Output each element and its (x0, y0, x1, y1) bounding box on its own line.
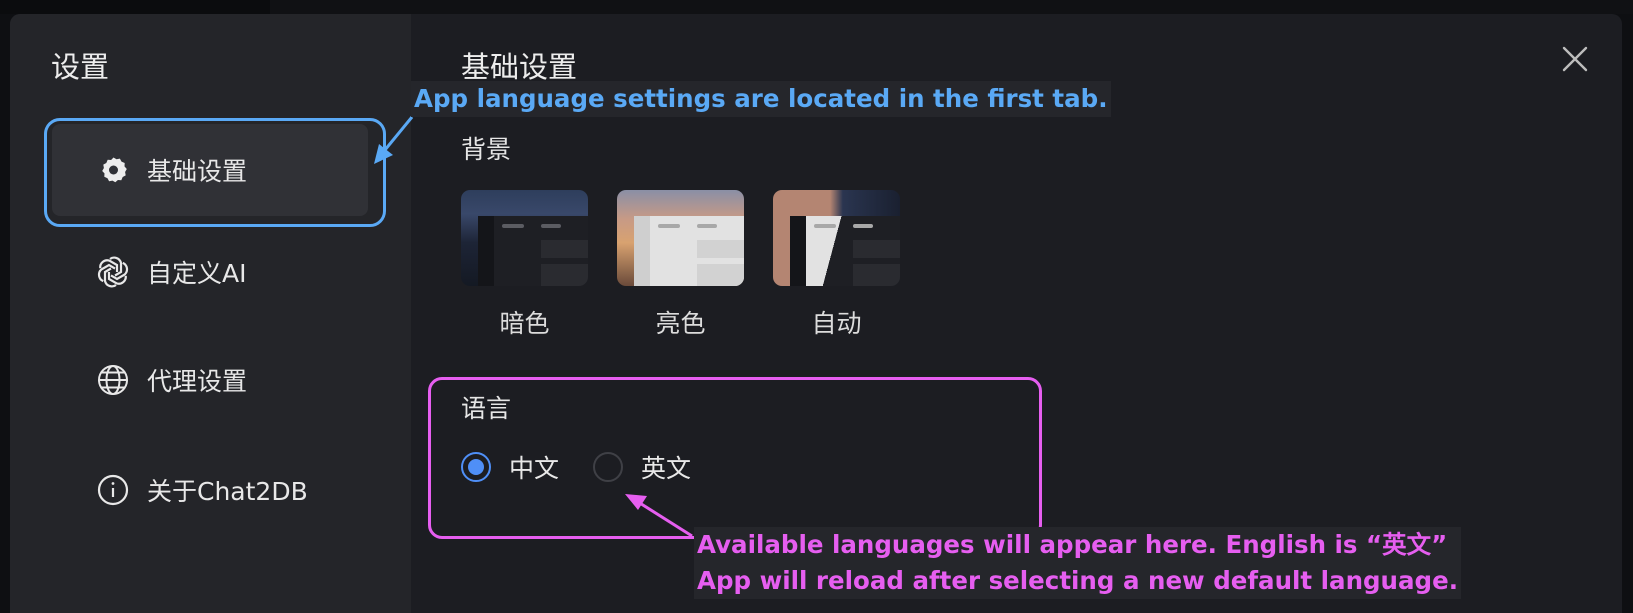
annotation-line: Available languages will appear here. En… (697, 530, 1448, 559)
window-preview-bar (658, 224, 680, 228)
sidebar-item-label: 自定义AI (147, 259, 247, 288)
page-title: 基础设置 (461, 50, 578, 84)
theme-label-auto: 自动 (811, 309, 862, 338)
window-preview-bar (814, 224, 836, 228)
window-preview-block (697, 240, 744, 258)
window-preview (634, 216, 744, 286)
window-preview-block (541, 264, 588, 286)
window-backdrop (0, 0, 1633, 14)
window-preview-sidebar (634, 216, 650, 286)
annotation-line: App will reload after selecting a new de… (697, 566, 1458, 595)
sidebar-item-about[interactable]: 关于Chat2DB (52, 444, 368, 536)
globe-icon (96, 363, 130, 397)
settings-sidebar: 设置 基础设置 自定义AI 代理设置 关于Chat2DB (10, 14, 411, 613)
theme-card-light[interactable] (617, 190, 744, 286)
window-preview (790, 216, 900, 286)
theme-label-light: 亮色 (655, 309, 706, 338)
annotation-highlight-language (428, 377, 1042, 539)
window-preview-sidebar (790, 216, 806, 286)
annotation-highlight-tab (44, 118, 386, 227)
window-preview-bar (697, 224, 717, 228)
openai-icon (96, 255, 130, 289)
window-preview (478, 216, 588, 286)
window-preview-bar (853, 224, 873, 228)
sidebar-item-proxy-settings[interactable]: 代理设置 (52, 334, 368, 426)
window-preview-bar (541, 224, 561, 228)
window-preview-block (541, 240, 588, 258)
sidebar-item-label: 代理设置 (147, 367, 248, 396)
sidebar-item-label: 关于Chat2DB (147, 477, 308, 506)
window-preview-block (697, 264, 744, 286)
info-icon (96, 473, 130, 507)
theme-card-dark[interactable] (461, 190, 588, 286)
window-preview-bar (502, 224, 524, 228)
sidebar-title: 设置 (51, 50, 110, 84)
background-label: 背景 (461, 135, 512, 164)
close-button[interactable] (1558, 42, 1592, 76)
annotation-tab-note: App language settings are located in the… (411, 81, 1111, 117)
annotation-language-note: Available languages will appear here. En… (694, 527, 1461, 599)
close-icon (1562, 46, 1588, 72)
theme-label-dark: 暗色 (499, 309, 550, 338)
window-preview-sidebar (478, 216, 494, 286)
window-preview-block (853, 264, 900, 286)
window-preview-block (853, 240, 900, 258)
sidebar-item-custom-ai[interactable]: 自定义AI (52, 226, 368, 318)
theme-card-auto[interactable] (773, 190, 900, 286)
window-backdrop-right (270, 0, 1633, 14)
